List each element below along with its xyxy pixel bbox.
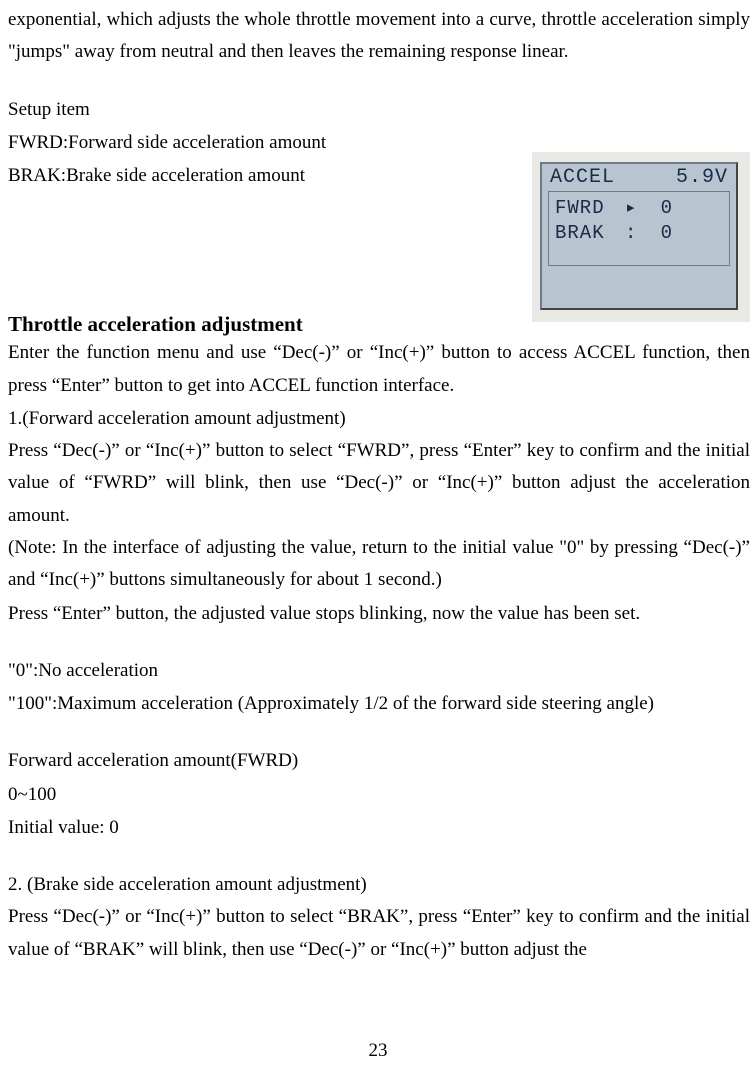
lcd-fwrd-label: FWRD [555, 196, 625, 221]
body-p6: "0":No acceleration [8, 654, 750, 687]
page-number: 23 [0, 1040, 756, 1062]
lcd-brak-label: BRAK [555, 221, 625, 246]
body-p12: Press “Dec(-)” or “Inc(+)” button to sel… [8, 901, 750, 966]
body-p8: Forward acceleration amount(FWRD) [8, 744, 750, 777]
lcd-row-brak: BRAK : 0 [555, 221, 723, 246]
setup-fwrd: FWRD:Forward side acceleration amount [8, 126, 530, 159]
body-p1: Enter the function menu and use “Dec(-)”… [8, 337, 750, 402]
lcd-brak-value: 0 [643, 221, 673, 246]
lcd-brak-mark: : [625, 221, 643, 246]
lcd-fwrd-mark: ▸ [625, 196, 643, 221]
lcd-fwrd-value: 0 [643, 196, 673, 221]
setup-brak: BRAK:Brake side acceleration amount [8, 159, 530, 192]
body-p4: (Note: In the interface of adjusting the… [8, 532, 750, 597]
lcd-title-text: ACCEL [550, 166, 615, 189]
body-p5: Press “Enter” button, the adjusted value… [8, 597, 750, 630]
body-p10: Initial value: 0 [8, 811, 750, 844]
lcd-voltage-text: 5.9V [676, 166, 728, 189]
lcd-screenshot: ACCEL 5.9V FWRD ▸ 0 BRAK : 0 [532, 152, 750, 322]
setup-header: Setup item [8, 93, 530, 126]
body-p3: Press “Dec(-)” or “Inc(+)” button to sel… [8, 435, 750, 532]
lcd-row-fwrd: FWRD ▸ 0 [555, 196, 723, 221]
body-p9: 0~100 [8, 778, 750, 811]
intro-paragraph: exponential, which adjusts the whole thr… [8, 4, 750, 69]
body-p11: 2. (Brake side acceleration amount adjus… [8, 868, 750, 901]
body-p2: 1.(Forward acceleration amount adjustmen… [8, 402, 750, 435]
body-p7: "100":Maximum acceleration (Approximatel… [8, 687, 750, 720]
